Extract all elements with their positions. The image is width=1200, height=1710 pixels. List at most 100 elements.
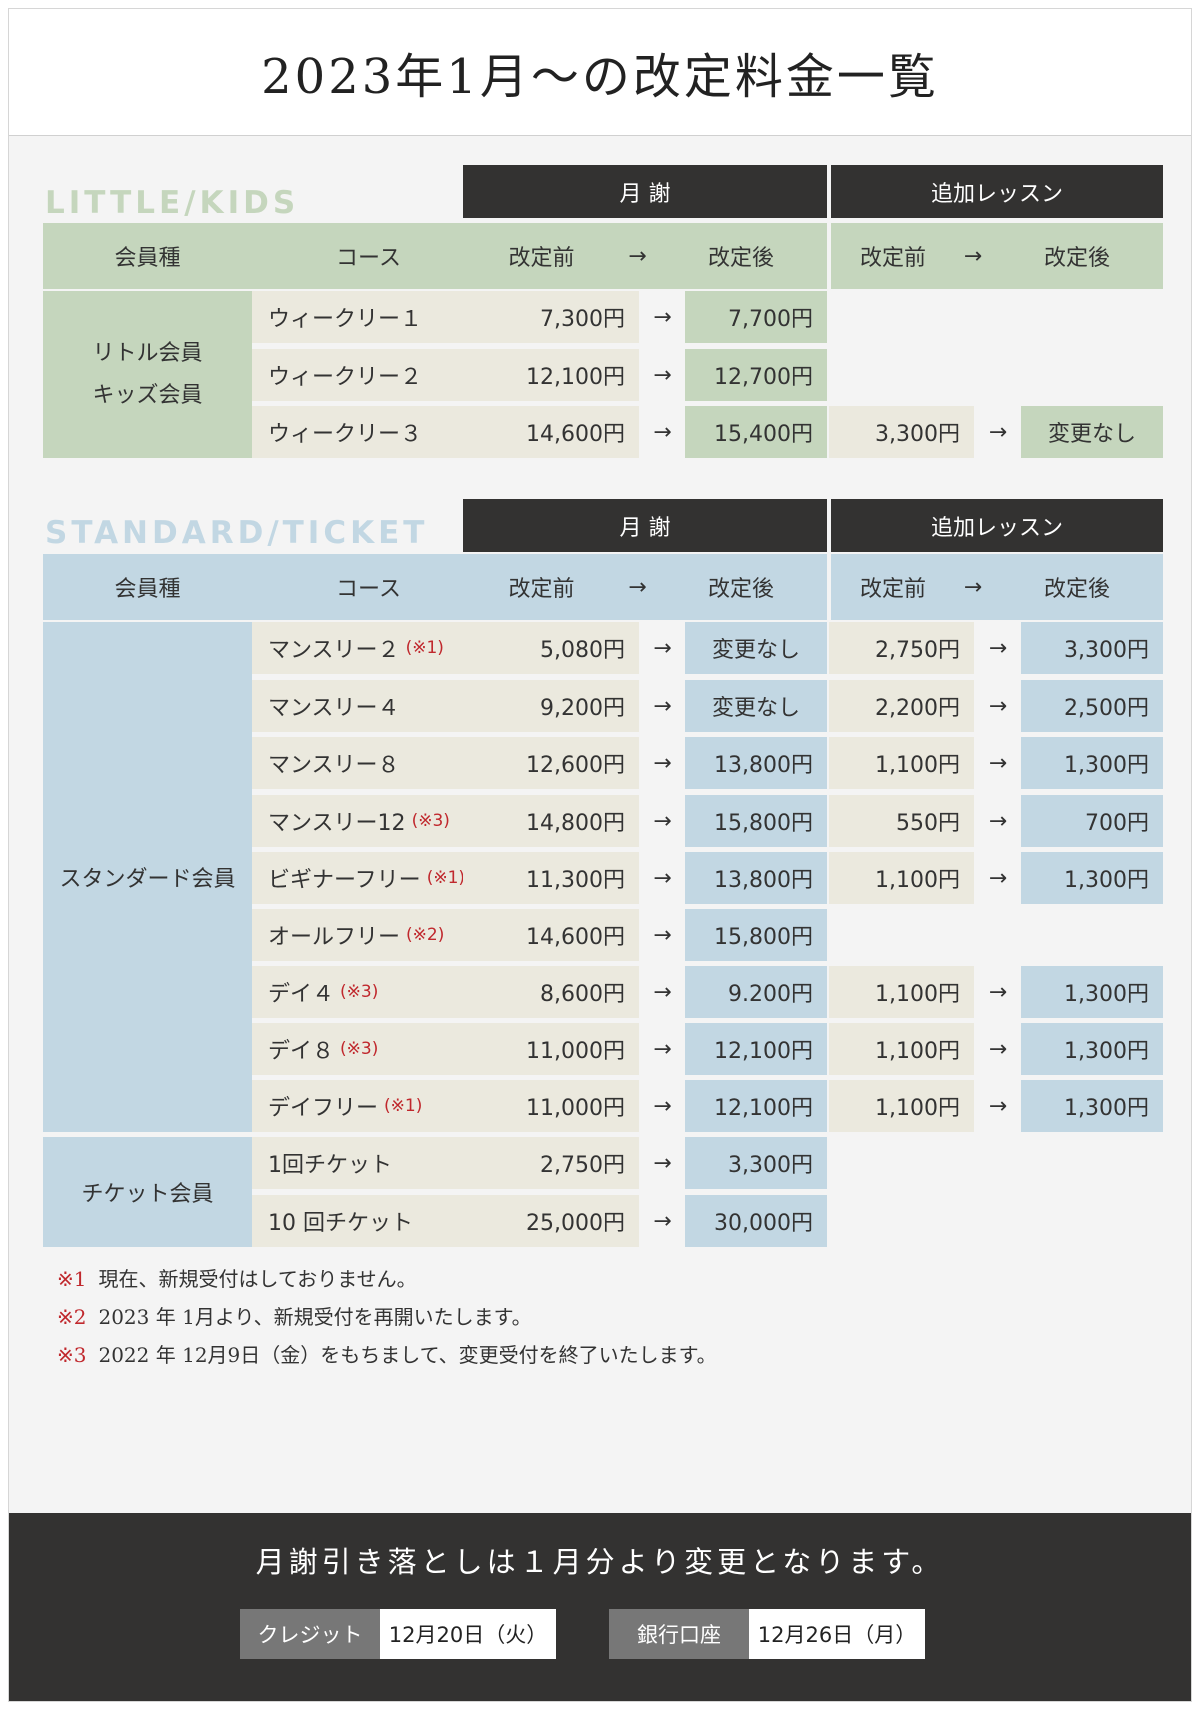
page-title: 2023年1月～の改定料金一覧 bbox=[261, 49, 939, 105]
course-note-mark: (※2) bbox=[406, 925, 445, 945]
note-3: ※3 2022 年 12月9日（金）をもちまして、変更受付を終了いたします。 bbox=[57, 1343, 717, 1367]
section-label-little-kids: LITTLE/KIDS bbox=[45, 185, 300, 221]
member-type-ticket: チケット会員 bbox=[43, 1137, 252, 1247]
price-table-frame: 2023年1月～の改定料金一覧 LITTLE/KIDS 月 謝追加レッスン 会員種コ… bbox=[8, 8, 1192, 1702]
monthly-after-price: 7,700円 bbox=[685, 291, 827, 343]
extra-after-price: 1,300円 bbox=[1021, 1080, 1163, 1132]
monthly-arrow: → bbox=[653, 979, 672, 1005]
monthly-header: 月 謝 bbox=[463, 165, 827, 218]
extra-after-price: 2,500円 bbox=[1021, 680, 1163, 732]
monthly-after-price: 12,100円 bbox=[685, 1080, 827, 1132]
monthly-before-header: 改定前 bbox=[463, 223, 620, 289]
extra-before-price: 2,750円 bbox=[829, 622, 974, 674]
note-2: ※2 2023 年 1月より、新規受付を再開いたします。 bbox=[57, 1305, 532, 1329]
title-bar: 2023年1月～の改定料金一覧 bbox=[9, 9, 1191, 136]
extra-after-price: 3,300円 bbox=[1021, 622, 1163, 674]
extra-after-price: 1,300円 bbox=[1021, 737, 1163, 789]
monthly-after-price: 13,800円 bbox=[685, 852, 827, 904]
extra-before-price: 2,200円 bbox=[829, 680, 974, 732]
course-cell: ウィークリー３ bbox=[252, 406, 485, 458]
extra-arrow: → bbox=[988, 1093, 1008, 1119]
course-header: コース bbox=[252, 223, 485, 289]
extra-before-price: 1,100円 bbox=[829, 966, 974, 1018]
monthly-before-price: 14,800円 bbox=[463, 795, 639, 847]
footer-message: 月謝引き落としは１月分より変更となります。 bbox=[255, 1545, 945, 1579]
credit-label: クレジット bbox=[240, 1609, 380, 1659]
extra-after-price: 1,300円 bbox=[1021, 1023, 1163, 1075]
monthly-after-price: 12,700円 bbox=[685, 349, 827, 401]
extra-lesson-header: 追加レッスン bbox=[831, 165, 1163, 218]
extra-arrow: → bbox=[988, 808, 1008, 834]
monthly-header: 月 謝 bbox=[463, 499, 827, 552]
monthly-before-price: 12,600円 bbox=[463, 737, 639, 789]
course-cell: マンスリー４ bbox=[252, 680, 485, 732]
extra-before-price: 1,100円 bbox=[829, 852, 974, 904]
monthly-arrow: → bbox=[653, 922, 672, 948]
extra-after-price: 変更なし bbox=[1021, 406, 1163, 458]
monthly-before-price: 9,200円 bbox=[463, 680, 639, 732]
extra-after-price: 1,300円 bbox=[1021, 852, 1163, 904]
course-name: ウィークリー２ bbox=[268, 365, 423, 390]
course-cell: 1回チケット bbox=[252, 1137, 485, 1189]
member-type-line: リトル会員 bbox=[92, 340, 203, 366]
member-type-header: 会員種 bbox=[43, 554, 252, 620]
monthly-arrow: → bbox=[653, 865, 672, 891]
monthly-after-price: 3,300円 bbox=[685, 1137, 827, 1189]
monthly-after-price: 15,400円 bbox=[685, 406, 827, 458]
course-cell: ビギナーフリー (※1) bbox=[252, 852, 485, 904]
course-name: 10 回チケット bbox=[268, 1211, 413, 1236]
monthly-before-price: 11,000円 bbox=[463, 1023, 639, 1075]
monthly-arrow: → bbox=[653, 419, 672, 445]
extra-arrow: → bbox=[988, 419, 1008, 445]
monthly-before-price: 25,000円 bbox=[463, 1195, 639, 1247]
extra-before-header: 改定前 bbox=[831, 223, 955, 289]
member-type-header: 会員種 bbox=[43, 223, 252, 289]
course-name: オールフリー bbox=[268, 925, 401, 950]
note-1: ※1 現在、新規受付はしておりません。 bbox=[57, 1267, 417, 1291]
course-cell: ウィークリー１ bbox=[252, 291, 485, 343]
extra-lesson-header: 追加レッスン bbox=[831, 499, 1163, 552]
course-name: デイ８ bbox=[268, 1039, 335, 1064]
course-name: 1回チケット bbox=[268, 1153, 392, 1178]
course-note-mark: (※3) bbox=[340, 982, 379, 1002]
monthly-arrow: → bbox=[653, 750, 672, 776]
course-cell: 10 回チケット bbox=[252, 1195, 485, 1247]
monthly-before-price: 11,300円 bbox=[463, 852, 639, 904]
extra-after-header: 改定後 bbox=[991, 554, 1163, 620]
monthly-before-price: 7,300円 bbox=[463, 291, 639, 343]
footer-banner: 月謝引き落としは１月分より変更となります。 クレジット 12月20日（火） 銀行… bbox=[9, 1513, 1191, 1701]
monthly-arrow: → bbox=[653, 1036, 672, 1062]
extra-after-price: 700円 bbox=[1021, 795, 1163, 847]
monthly-arrow-header: → bbox=[620, 223, 655, 289]
monthly-arrow: → bbox=[653, 1150, 672, 1176]
monthly-before-price: 14,600円 bbox=[463, 406, 639, 458]
course-note-mark: (※3) bbox=[340, 1039, 379, 1059]
course-cell: デイ８ (※3) bbox=[252, 1023, 485, 1075]
monthly-after-price: 変更なし bbox=[685, 622, 827, 674]
monthly-arrow: → bbox=[653, 808, 672, 834]
extra-arrow: → bbox=[988, 979, 1008, 1005]
extra-arrow: → bbox=[988, 750, 1008, 776]
bank-label: 銀行口座 bbox=[609, 1609, 749, 1659]
extra-before-price: 1,100円 bbox=[829, 1080, 974, 1132]
course-note-mark: (※1) bbox=[384, 1096, 423, 1116]
extra-arrow-header: → bbox=[955, 223, 991, 289]
monthly-after-price: 30,000円 bbox=[685, 1195, 827, 1247]
extra-arrow: → bbox=[988, 1036, 1008, 1062]
course-name: デイフリー bbox=[268, 1096, 379, 1121]
course-name: マンスリー８ bbox=[268, 753, 400, 778]
course-cell: マンスリー８ bbox=[252, 737, 485, 789]
extra-before-price: 3,300円 bbox=[829, 406, 974, 458]
course-name: デイ４ bbox=[268, 982, 335, 1007]
monthly-after-header: 改定後 bbox=[655, 554, 827, 620]
monthly-before-header: 改定前 bbox=[463, 554, 620, 620]
course-cell: ウィークリー２ bbox=[252, 349, 485, 401]
course-note-mark: (※3) bbox=[411, 811, 450, 831]
monthly-arrow: → bbox=[653, 362, 672, 388]
monthly-arrow: → bbox=[653, 693, 672, 719]
bank-date: 12月26日（月） bbox=[749, 1609, 925, 1659]
extra-before-header: 改定前 bbox=[831, 554, 955, 620]
member-type-line: キッズ会員 bbox=[92, 382, 203, 408]
monthly-before-price: 5,080円 bbox=[463, 622, 639, 674]
extra-arrow: → bbox=[988, 635, 1008, 661]
